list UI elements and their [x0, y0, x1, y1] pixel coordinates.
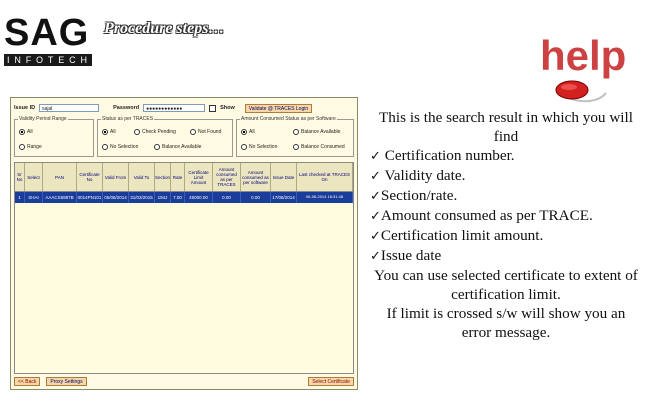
radio-icon[interactable]: [134, 129, 140, 135]
col-header[interactable]: Issue Date: [271, 163, 297, 191]
show-label: Show: [220, 105, 235, 111]
slide-title: Procedure steps…: [104, 20, 225, 37]
col-header[interactable]: Certificate Limit Amount: [185, 163, 213, 191]
table-cell: 17/06/2014: [271, 192, 297, 203]
table-cell: 194J: [155, 192, 171, 203]
validity-group: Validity Period Range All Range: [14, 116, 94, 157]
checkmark-icon: ✓: [370, 189, 381, 204]
status-no-selection-option[interactable]: No Selection: [102, 144, 138, 150]
col-header[interactable]: Rate: [171, 163, 185, 191]
grid-header: Sr No Select PAN Certificate No Valid Fr…: [15, 163, 353, 192]
proxy-settings-button[interactable]: Proxy Settings: [46, 376, 87, 386]
table-cell: 05/06/2014: [103, 192, 129, 203]
password-input[interactable]: ●●●●●●●●●●●●: [143, 104, 206, 112]
col-header[interactable]: Section: [155, 163, 171, 191]
validity-all-option[interactable]: All: [19, 129, 33, 135]
bottom-bar: << Back Proxy Settings Select Certificat…: [14, 376, 354, 386]
list-item: ✓Certification limit amount.: [370, 227, 544, 244]
status-balance-available-option[interactable]: Balance Available: [154, 144, 201, 150]
outro-text-1: You can use selected certificate to exte…: [374, 267, 638, 303]
consumed-no-selection-option[interactable]: No Selection: [241, 144, 277, 150]
consumed-group-title: Amount Consumed Status as per Software: [240, 116, 337, 122]
outro-text-2: If limit is crossed s/w will show you an…: [386, 305, 626, 341]
col-header[interactable]: Valid To: [129, 163, 155, 191]
show-checkbox[interactable]: [209, 104, 217, 112]
col-header[interactable]: Select: [25, 163, 43, 191]
radio-icon[interactable]: [241, 144, 247, 150]
col-header[interactable]: Amount consumed as per TRACES: [213, 163, 241, 191]
issue-id-label: Issue ID: [14, 105, 36, 111]
col-header[interactable]: Sr No: [15, 163, 25, 191]
logo-text: SAG: [4, 12, 90, 54]
list-item: ✓ Validity date.: [370, 167, 466, 184]
radio-icon[interactable]: [293, 144, 299, 150]
filter-groups: Validity Period Range All Range Status a…: [14, 116, 354, 157]
table-cell: 45000.00: [185, 192, 213, 203]
validity-range-option[interactable]: Range: [19, 144, 42, 150]
list-item: ✓Issue date: [370, 247, 442, 264]
consumed-balance-consumed-option[interactable]: Balance Consumed: [293, 144, 345, 150]
sag-logo: SAG I N F O T E C H: [4, 14, 92, 66]
radio-icon[interactable]: [19, 144, 25, 150]
help-mouse-icon: help: [540, 32, 626, 103]
description-panel: This is the search result in which you w…: [370, 108, 642, 342]
consumed-all-option[interactable]: All: [241, 129, 255, 135]
status-all-option[interactable]: All: [102, 129, 116, 135]
radio-icon[interactable]: [19, 129, 25, 135]
col-header[interactable]: Amount consumed as per software: [241, 163, 271, 191]
table-cell: AAACS5987B: [43, 192, 77, 203]
login-row: Issue ID sajal Password ●●●●●●●●●●●● Sho…: [14, 103, 354, 113]
select-certificate-button[interactable]: Select Certificate: [308, 376, 354, 386]
password-label: Password: [113, 105, 140, 111]
table-cell: 0.00: [213, 192, 241, 203]
checkmark-icon: ✓: [370, 229, 381, 244]
table-cell: 0014PN101: [77, 192, 103, 203]
list-item: ✓Amount consumed as per TRACE.: [370, 207, 593, 224]
table-row[interactable]: 1 SHAI AAACS5987B 0014PN101 05/06/2014 3…: [15, 192, 353, 203]
intro-text: This is the search result in which you w…: [379, 109, 633, 145]
validate-button[interactable]: Validate @ TRACES Login: [244, 103, 313, 113]
checkmark-icon: ✓: [370, 249, 381, 264]
radio-icon[interactable]: [102, 129, 108, 135]
table-cell: SHAI: [25, 192, 43, 203]
consumed-balance-available-option[interactable]: Balance Available: [293, 129, 340, 135]
back-button[interactable]: << Back: [14, 376, 41, 386]
validity-group-title: Validity Period Range: [18, 116, 68, 122]
checkmark-icon: ✓: [370, 149, 381, 164]
checkmark-icon: ✓: [370, 169, 381, 184]
checkmark-icon: ✓: [370, 209, 381, 224]
col-header[interactable]: Last checked at TRACES On: [297, 163, 353, 191]
help-logo: help: [536, 28, 646, 108]
radio-icon[interactable]: [102, 144, 108, 150]
logo-subtitle: I N F O T E C H: [4, 54, 92, 66]
radio-icon[interactable]: [241, 129, 247, 135]
col-header[interactable]: Certificate No: [77, 163, 103, 191]
status-group: Status as per TRACES All Check Pending N…: [97, 116, 233, 157]
status-not-found-option[interactable]: Not Found: [190, 129, 221, 135]
table-cell: 0.00: [241, 192, 271, 203]
list-item: ✓Section/rate.: [370, 187, 458, 204]
consumed-group: Amount Consumed Status as per Software A…: [236, 116, 354, 157]
radio-icon[interactable]: [190, 129, 196, 135]
table-cell: 1: [15, 192, 25, 203]
table-cell: 06-08-2014 16:31:48: [297, 192, 353, 203]
status-group-title: Status as per TRACES: [101, 116, 155, 122]
status-check-pending-option[interactable]: Check Pending: [134, 129, 176, 135]
radio-icon[interactable]: [293, 129, 299, 135]
table-cell: 31/03/2015: [129, 192, 155, 203]
issue-id-input[interactable]: sajal: [39, 104, 100, 112]
col-header[interactable]: PAN: [43, 163, 77, 191]
results-grid: Sr No Select PAN Certificate No Valid Fr…: [14, 162, 354, 374]
list-item: ✓ Certification number.: [370, 147, 515, 164]
col-header[interactable]: Valid From: [103, 163, 129, 191]
radio-icon[interactable]: [154, 144, 160, 150]
table-cell: 7.00: [171, 192, 185, 203]
help-text: help: [540, 32, 626, 79]
app-window: Issue ID sajal Password ●●●●●●●●●●●● Sho…: [10, 97, 358, 390]
